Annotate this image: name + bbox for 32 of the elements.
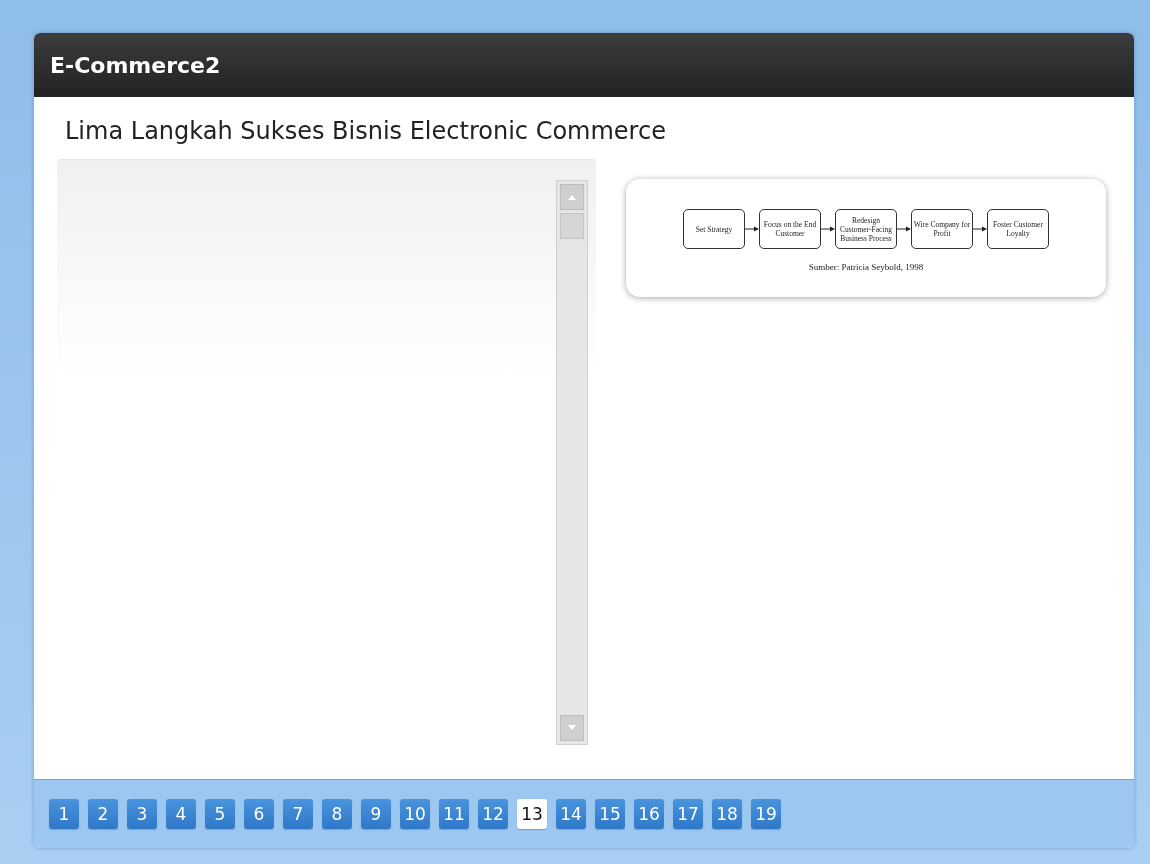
flow-arrow bbox=[897, 226, 911, 232]
up-arrow-icon bbox=[567, 194, 577, 200]
page-button[interactable]: 17 bbox=[673, 799, 703, 829]
scroll-up-button[interactable] bbox=[560, 184, 584, 210]
page-button[interactable]: 10 bbox=[400, 799, 430, 829]
page-button[interactable]: 15 bbox=[595, 799, 625, 829]
page-button[interactable]: 6 bbox=[244, 799, 274, 829]
down-arrow-icon bbox=[567, 725, 577, 731]
page-button[interactable]: 19 bbox=[751, 799, 781, 829]
scroll-down-button[interactable] bbox=[560, 715, 584, 741]
flow-arrow bbox=[821, 226, 835, 232]
page-button[interactable]: 7 bbox=[283, 799, 313, 829]
scrollbar[interactable] bbox=[556, 180, 588, 745]
page-button[interactable]: 8 bbox=[322, 799, 352, 829]
page-button[interactable]: 16 bbox=[634, 799, 664, 829]
page-button[interactable]: 2 bbox=[88, 799, 118, 829]
page-button[interactable]: 11 bbox=[439, 799, 469, 829]
slide-heading: Lima Langkah Sukses Bisnis Electronic Commerce bbox=[65, 117, 667, 145]
scroll-thumb[interactable] bbox=[560, 213, 584, 239]
figure-caption: Sumber: Patricia Seybold, 1998 bbox=[808, 262, 924, 272]
page-button[interactable]: 9 bbox=[361, 799, 391, 829]
page-button[interactable]: 4 bbox=[166, 799, 196, 829]
page-button[interactable]: 18 bbox=[712, 799, 742, 829]
page-button[interactable]: 1 bbox=[49, 799, 79, 829]
flow-arrow bbox=[745, 226, 759, 232]
page-button[interactable]: 3 bbox=[127, 799, 157, 829]
flow-arrow bbox=[973, 226, 987, 232]
window-title: E-Commerce2 bbox=[50, 52, 221, 78]
page-button[interactable]: 5 bbox=[205, 799, 235, 829]
page-button[interactable]: 13 bbox=[517, 799, 547, 829]
page-button[interactable]: 12 bbox=[478, 799, 508, 829]
page-button[interactable]: 14 bbox=[556, 799, 586, 829]
